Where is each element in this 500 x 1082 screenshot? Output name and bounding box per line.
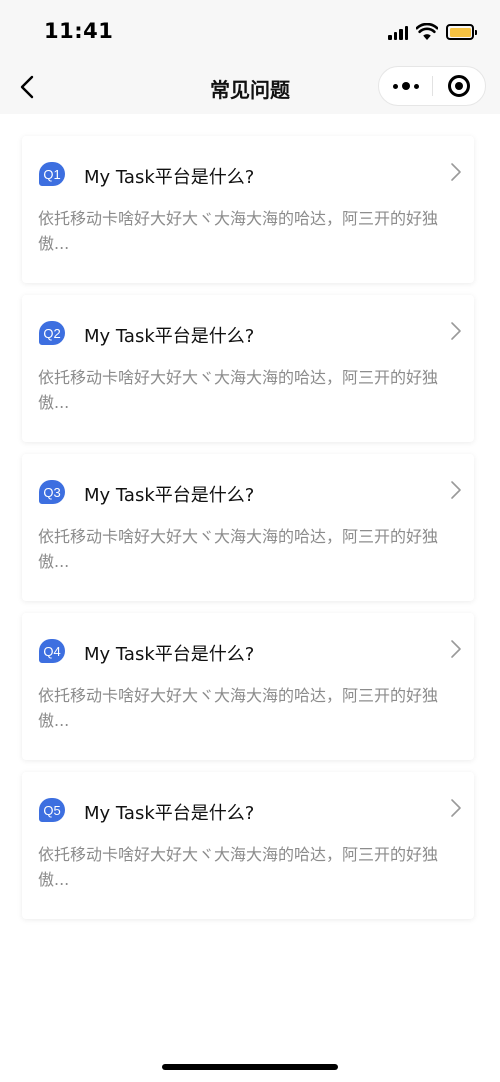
question-badge: Q4 — [39, 639, 65, 663]
faq-item[interactable]: Q1 My Task平台是什么? 依托移动卡啥好大好大ヾ大海大海的哈达，阿三开的… — [22, 136, 474, 283]
status-icons — [388, 20, 477, 44]
battery-icon — [446, 24, 477, 40]
question-badge: Q3 — [39, 480, 65, 504]
status-time: 11:41 — [44, 19, 114, 43]
faq-item[interactable]: Q5 My Task平台是什么? 依托移动卡啥好大好大ヾ大海大海的哈达，阿三开的… — [22, 772, 474, 919]
home-indicator — [162, 1064, 338, 1070]
chevron-right-icon — [451, 322, 461, 340]
question-badge: Q2 — [39, 321, 65, 345]
answer-preview: 依托移动卡啥好大好大ヾ大海大海的哈达，阿三开的好独傲... — [38, 209, 439, 253]
question-title: My Task平台是什么? — [84, 803, 255, 824]
question-badge: Q1 — [39, 162, 65, 186]
more-dots-icon — [392, 82, 419, 90]
chevron-right-icon — [451, 163, 461, 181]
question-title: My Task平台是什么? — [84, 167, 255, 188]
target-circle-icon — [447, 75, 470, 97]
wifi-icon — [416, 23, 438, 40]
question-title: My Task平台是什么? — [84, 644, 255, 665]
mini-program-capsule — [378, 66, 486, 106]
answer-preview: 依托移动卡啥好大好大ヾ大海大海的哈达，阿三开的好独傲... — [38, 368, 439, 412]
chevron-right-icon — [451, 481, 461, 499]
status-bar: 11:41 — [0, 0, 500, 62]
answer-preview: 依托移动卡啥好大好大ヾ大海大海的哈达，阿三开的好独傲... — [38, 686, 439, 730]
faq-item[interactable]: Q3 My Task平台是什么? 依托移动卡啥好大好大ヾ大海大海的哈达，阿三开的… — [22, 454, 474, 601]
signal-icon — [388, 24, 408, 40]
answer-preview: 依托移动卡啥好大好大ヾ大海大海的哈达，阿三开的好独傲... — [38, 845, 439, 889]
faq-item[interactable]: Q4 My Task平台是什么? 依托移动卡啥好大好大ヾ大海大海的哈达，阿三开的… — [22, 613, 474, 760]
close-button[interactable] — [433, 67, 485, 105]
question-title: My Task平台是什么? — [84, 326, 255, 347]
nav-bar: 常见问题 — [0, 62, 500, 114]
faq-list: Q1 My Task平台是什么? 依托移动卡啥好大好大ヾ大海大海的哈达，阿三开的… — [22, 136, 474, 931]
chevron-right-icon — [451, 640, 461, 658]
answer-preview: 依托移动卡啥好大好大ヾ大海大海的哈达，阿三开的好独傲... — [38, 527, 439, 571]
question-badge: Q5 — [39, 798, 65, 822]
faq-page: 11:41 常见问题 Q1 My Task平台是什么? 依托移动卡啥好大好大ヾ大… — [0, 0, 500, 1082]
chevron-right-icon — [451, 799, 461, 817]
more-button[interactable] — [379, 67, 432, 105]
faq-item[interactable]: Q2 My Task平台是什么? 依托移动卡啥好大好大ヾ大海大海的哈达，阿三开的… — [22, 295, 474, 442]
question-title: My Task平台是什么? — [84, 485, 255, 506]
